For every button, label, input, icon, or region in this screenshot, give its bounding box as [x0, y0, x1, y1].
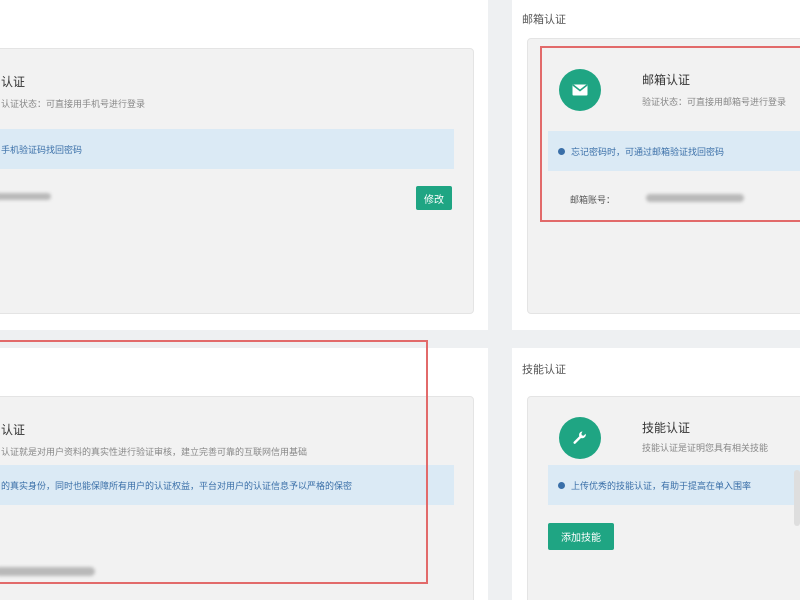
- email-card-title: 邮箱认证: [642, 73, 691, 87]
- modify-phone-button[interactable]: 修改: [416, 186, 452, 210]
- phone-auth-card: 认证 认证状态：可直接用手机号进行登录 手机验证码找回密码 修改: [0, 48, 474, 314]
- realname-auth-panel: 认证 认证就是对用户资料的真实性进行验证审核，建立完善可靠的互联网信用基础 的真…: [0, 348, 488, 600]
- skill-badge: [559, 417, 601, 459]
- email-panel-title: 邮箱认证: [522, 13, 566, 26]
- skill-notice: 上传优秀的技能认证，有助于提高在单入围率: [548, 465, 800, 505]
- phone-notice-text: 手机验证码找回密码: [1, 145, 83, 156]
- email-notice-text: 忘记密码时，可通过邮箱验证找回密码: [571, 147, 725, 158]
- skill-notice-text: 上传优秀的技能认证，有助于提高在单入围率: [571, 481, 752, 492]
- realname-info-masked: [0, 567, 95, 576]
- add-skill-button[interactable]: 添加技能: [548, 523, 614, 550]
- skill-auth-panel: 技能认证 技能认证 技能认证是证明您具有相关技能 上传优秀的技能认证，有助于提高…: [512, 348, 800, 600]
- email-account-masked: [646, 194, 744, 202]
- skill-card-desc: 技能认证是证明您具有相关技能: [642, 444, 769, 454]
- skill-auth-card: 技能认证 技能认证是证明您具有相关技能 上传优秀的技能认证，有助于提高在单入围率…: [527, 396, 800, 600]
- phone-card-desc: 认证状态：可直接用手机号进行登录: [1, 100, 146, 110]
- phone-number-masked: [0, 193, 51, 200]
- email-auth-panel: 邮箱认证 邮箱认证 验证状态：可直接用邮箱号进行登录 忘记密码时，可通过邮箱验证…: [512, 0, 800, 330]
- email-auth-card: 邮箱认证 验证状态：可直接用邮箱号进行登录 忘记密码时，可通过邮箱验证找回密码 …: [527, 38, 800, 314]
- skill-panel-title: 技能认证: [522, 363, 566, 376]
- email-badge: [559, 69, 601, 111]
- email-account-label: 邮箱账号：: [570, 196, 616, 206]
- email-card-desc: 验证状态：可直接用邮箱号进行登录: [642, 98, 787, 108]
- realname-notice-text: 的真实身份，同时也能保障所有用户的认证权益，平台对用户的认证信息予以严格的保密: [1, 481, 353, 492]
- phone-notice: 手机验证码找回密码: [0, 129, 454, 169]
- phone-auth-panel: 认证 认证状态：可直接用手机号进行登录 手机验证码找回密码 修改: [0, 0, 488, 330]
- realname-card-desc: 认证就是对用户资料的真实性进行验证审核，建立完善可靠的互联网信用基础: [1, 448, 308, 458]
- envelope-icon: [572, 84, 588, 96]
- wrench-icon: [573, 431, 586, 444]
- realname-auth-card: 认证 认证就是对用户资料的真实性进行验证审核，建立完善可靠的互联网信用基础 的真…: [0, 396, 474, 600]
- info-dot-icon: [558, 481, 565, 489]
- realname-card-title: 认证: [1, 423, 26, 437]
- email-notice: 忘记密码时，可通过邮箱验证找回密码: [548, 131, 800, 171]
- realname-notice: 的真实身份，同时也能保障所有用户的认证权益，平台对用户的认证信息予以严格的保密: [0, 465, 454, 505]
- skill-card-title: 技能认证: [642, 421, 691, 435]
- scrollbar[interactable]: [794, 470, 800, 526]
- phone-card-title: 认证: [1, 75, 26, 89]
- info-dot-icon: [558, 147, 565, 155]
